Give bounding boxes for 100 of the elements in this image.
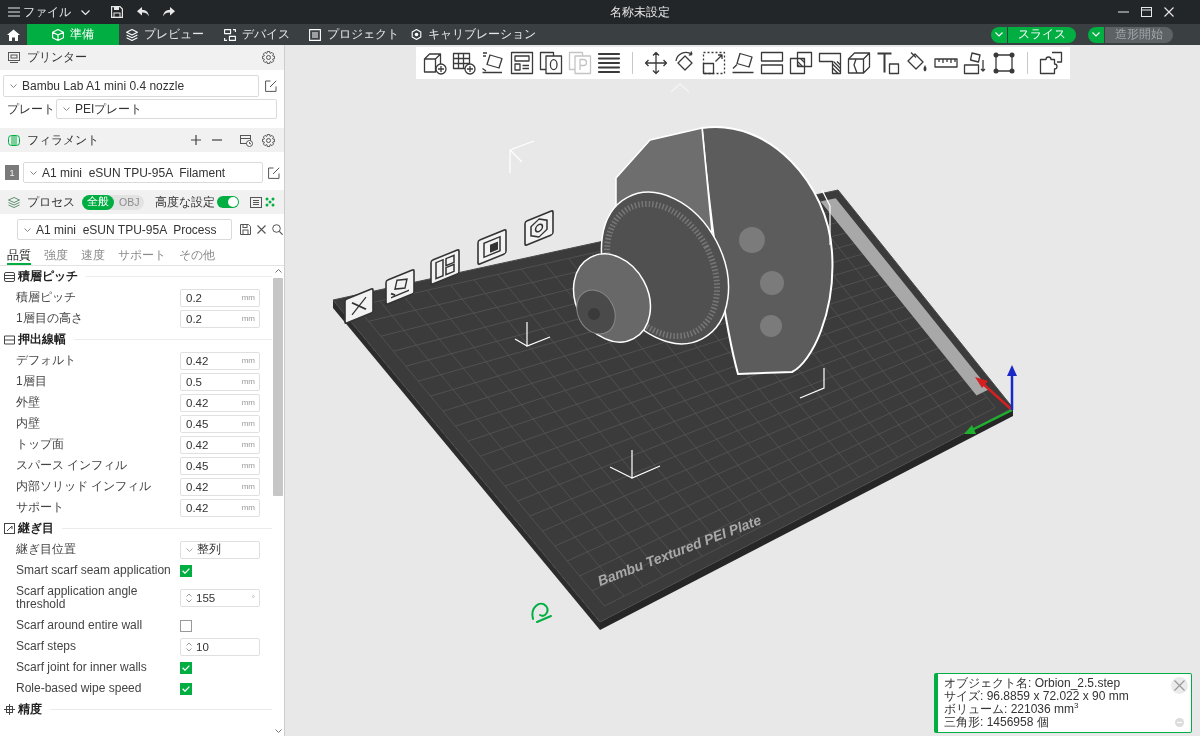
setting-label: 外壁 bbox=[16, 395, 40, 409]
squiggle-icon bbox=[531, 602, 552, 623]
lay-on-face-icon[interactable] bbox=[730, 51, 755, 75]
home-icon[interactable] bbox=[7, 28, 20, 41]
setting-label: 内部ソリッド インフィル bbox=[16, 479, 152, 493]
toggle-switch[interactable] bbox=[217, 196, 239, 208]
edit-icon[interactable] bbox=[268, 166, 280, 179]
settings-tab[interactable]: 速度 bbox=[81, 245, 105, 265]
settings-tab[interactable]: 強度 bbox=[44, 245, 68, 265]
number-field[interactable]: 0.42 mm bbox=[180, 435, 260, 454]
setting-label: スパース インフィル bbox=[16, 458, 128, 472]
checkbox[interactable] bbox=[180, 661, 192, 674]
dropdown-button[interactable] bbox=[1088, 26, 1104, 43]
main-tab[interactable]: プレビュー bbox=[119, 24, 211, 45]
settings-tab[interactable]: サポート bbox=[118, 245, 166, 265]
checkbox[interactable] bbox=[180, 619, 192, 632]
main-tab[interactable]: プロジェクト bbox=[303, 24, 405, 45]
number-field[interactable]: 0.45 mm bbox=[180, 456, 260, 475]
menu-icon[interactable] bbox=[8, 7, 20, 17]
number-field[interactable]: 0.42 mm bbox=[180, 477, 260, 496]
redo-icon[interactable] bbox=[163, 7, 175, 17]
number-field[interactable]: 0.42 mm bbox=[180, 498, 260, 517]
scroll-up-icon[interactable] bbox=[274, 269, 282, 273]
list-icon[interactable] bbox=[250, 196, 262, 208]
box-icon[interactable] bbox=[477, 228, 507, 266]
info-line: サイズ: 96.8859 x 72.022 x 90 mm bbox=[944, 690, 1129, 703]
arrange-icon[interactable] bbox=[509, 51, 534, 75]
add-grid-icon[interactable] bbox=[451, 51, 476, 75]
model-render[interactable] bbox=[572, 126, 834, 375]
auto-orient-icon[interactable] bbox=[480, 51, 505, 75]
plate-dropdown[interactable]: PEIプレート bbox=[56, 99, 277, 119]
number-field[interactable]: 0.45 mm bbox=[180, 414, 260, 433]
number-field[interactable]: 0.42 mm bbox=[180, 351, 260, 370]
checkbox[interactable] bbox=[180, 682, 192, 695]
scroll-down-icon[interactable] bbox=[274, 729, 282, 733]
grid-layout-icon[interactable] bbox=[430, 248, 460, 286]
scrollbar-thumb[interactable] bbox=[273, 278, 283, 496]
support-paint-icon[interactable] bbox=[817, 51, 842, 75]
main-tab[interactable]: キャリブレーション bbox=[405, 24, 542, 45]
square-diagonal-icon bbox=[4, 523, 15, 534]
settings-tab[interactable]: その他 bbox=[179, 245, 215, 265]
dropdown[interactable]: 整列 bbox=[180, 540, 260, 559]
group-title: 押出線幅 bbox=[18, 331, 66, 348]
close-icon[interactable] bbox=[257, 225, 266, 234]
file-menu-button[interactable]: ファイル bbox=[8, 3, 71, 21]
main-tab[interactable]: デバイス bbox=[211, 24, 303, 45]
layers-icon bbox=[126, 28, 138, 41]
number-field[interactable]: 0.2 mm bbox=[180, 309, 260, 328]
filament-swatch[interactable]: 1 bbox=[5, 165, 19, 180]
setting-label: 1層目の高さ bbox=[16, 311, 83, 325]
maximize-icon[interactable] bbox=[1141, 7, 1152, 17]
frame-corners-icon[interactable] bbox=[991, 51, 1016, 75]
info-line: ボリューム: 221036 mm$^{3}$ bbox=[944, 703, 1079, 716]
stacked-lines-icon[interactable] bbox=[596, 51, 621, 75]
puzzle-icon[interactable] bbox=[1038, 51, 1063, 75]
spinner-field[interactable]: 10 bbox=[180, 637, 260, 656]
axes-icon bbox=[964, 365, 1017, 434]
edit-icon[interactable] bbox=[265, 80, 277, 92]
assembly-icon[interactable] bbox=[962, 51, 987, 75]
printer-dropdown[interactable]: Bambu Lab A1 mini 0.4 nozzle bbox=[3, 75, 259, 97]
box-refresh-icon[interactable] bbox=[240, 133, 253, 147]
search-icon[interactable] bbox=[272, 224, 283, 235]
setting-label: デフォルト bbox=[16, 353, 76, 367]
setting-label: サポート bbox=[16, 500, 64, 514]
seam-cube-icon[interactable] bbox=[846, 51, 871, 75]
settings-icon[interactable] bbox=[262, 133, 275, 147]
dropdown-button[interactable] bbox=[991, 26, 1007, 43]
stacked-layers-icon bbox=[8, 196, 20, 208]
spinner-arrows-icon[interactable] bbox=[186, 641, 192, 652]
group-title: 積層ピッチ bbox=[18, 268, 78, 285]
filament-dropdown[interactable]: A1 mini eSUN TPU-95A Filament bbox=[23, 162, 263, 183]
checkbox[interactable] bbox=[180, 564, 192, 577]
plus-icon[interactable] bbox=[191, 135, 201, 145]
x-box-icon[interactable] bbox=[344, 287, 374, 325]
spinner-field[interactable]: 155 ° bbox=[180, 589, 260, 607]
save-icon[interactable] bbox=[240, 224, 251, 235]
section-title: フィラメント bbox=[27, 131, 99, 149]
settings-icon[interactable] bbox=[262, 51, 275, 64]
undo-icon[interactable] bbox=[137, 7, 149, 17]
setting-label: 積層ピッチ bbox=[16, 290, 76, 304]
move-icon[interactable] bbox=[643, 51, 668, 75]
add-cube-icon[interactable] bbox=[422, 51, 447, 75]
dots-grid-icon[interactable] bbox=[265, 197, 275, 207]
spinner-arrows-icon[interactable] bbox=[186, 593, 192, 603]
cube-icon bbox=[52, 28, 64, 41]
section-title: プロセス bbox=[27, 193, 75, 211]
settings-tab[interactable]: 品質 bbox=[7, 245, 31, 265]
tilted-tray-icon[interactable] bbox=[385, 268, 415, 306]
split-objects-icon[interactable] bbox=[538, 51, 563, 75]
boolean-icon[interactable] bbox=[788, 51, 813, 75]
setting-label: Scarf steps bbox=[16, 639, 77, 653]
process-dropdown[interactable]: A1 mini eSUN TPU-95A Process bbox=[17, 219, 232, 240]
text-tool-icon[interactable] bbox=[875, 51, 900, 75]
cut-icon[interactable] bbox=[759, 51, 784, 75]
number-field[interactable]: 0.5 mm bbox=[180, 372, 260, 391]
close-circle-icon[interactable] bbox=[1171, 677, 1188, 694]
number-field[interactable]: 0.42 mm bbox=[180, 393, 260, 412]
scale-icon[interactable] bbox=[701, 51, 726, 75]
checkmark-icon bbox=[182, 685, 190, 692]
number-field[interactable]: 0.2 mm bbox=[180, 288, 260, 307]
